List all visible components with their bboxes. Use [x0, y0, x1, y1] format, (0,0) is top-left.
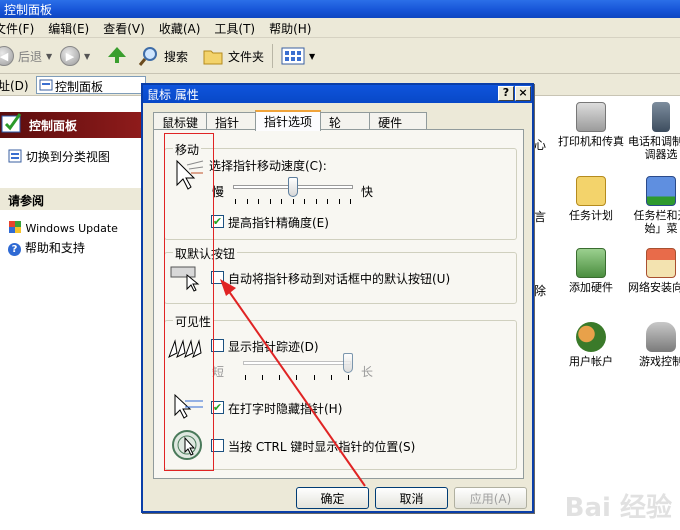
- partial-item-label: 除: [534, 284, 547, 298]
- tab-hardware[interactable]: 硬件: [369, 112, 428, 130]
- item-network-setup-wizard[interactable]: 网络安装向导: [626, 248, 680, 294]
- dialog-title-bar: 鼠标 属性 ? ×: [143, 85, 532, 103]
- show-location-label: 当按 CTRL 键时显示指针的位置(S): [228, 440, 416, 454]
- item-taskbar-start-menu[interactable]: 任务栏和开始」菜: [626, 176, 680, 235]
- search-button[interactable]: 搜索: [138, 44, 188, 68]
- phone-icon: [652, 102, 670, 132]
- item-game-controllers[interactable]: 游戏控制: [626, 322, 680, 368]
- views-button[interactable]: ▼: [272, 44, 315, 68]
- help-support-link[interactable]: ? 帮助和支持: [8, 239, 85, 256]
- tab-strip: 鼠标键 指针 指针选项 轮 硬件: [153, 110, 428, 131]
- menu-view[interactable]: 查看(V): [103, 20, 145, 37]
- item-printers-faxes[interactable]: 打印机和传真: [556, 102, 626, 148]
- snap-to-group: 取默认按钮 自动将指针移动到对话框中的默认按钮(U): [164, 245, 517, 304]
- speed-slider-ticks: [235, 199, 351, 205]
- menu-bar: 文件(F) 编辑(E) 查看(V) 收藏(A) 工具(T) 帮助(H): [0, 18, 680, 38]
- windows-update-icon: [9, 221, 21, 233]
- game-controller-icon: [646, 322, 676, 352]
- hide-while-typing-label: 在打字时隐藏指针(H): [228, 402, 343, 416]
- back-arrow-icon: ◀: [0, 46, 14, 66]
- fast-label: 快: [361, 185, 374, 199]
- window-title-bar: 控制面板: [0, 0, 680, 18]
- forward-button[interactable]: ▶ ▼: [60, 44, 90, 68]
- scheduled-tasks-icon: [576, 176, 606, 206]
- item-scheduled-tasks[interactable]: 任务计划: [556, 176, 626, 222]
- switch-category-view-link[interactable]: 切换到分类视图: [8, 148, 110, 165]
- ok-button[interactable]: 确定: [296, 487, 369, 509]
- speed-label: 选择指针移动速度(C):: [209, 159, 327, 173]
- folder-icon: [203, 50, 223, 65]
- menu-edit[interactable]: 编辑(E): [48, 20, 89, 37]
- back-button[interactable]: ◀ 后退 ▼: [0, 44, 52, 68]
- up-folder-button[interactable]: [106, 44, 128, 68]
- item-add-hardware[interactable]: 添加硬件: [556, 248, 626, 294]
- trails-slider-thumb[interactable]: [343, 353, 353, 373]
- control-panel-small-icon: [39, 79, 53, 91]
- trails-slider-ticks: [245, 375, 349, 381]
- trails-slider[interactable]: [241, 353, 353, 383]
- dialog-title: 鼠标 属性: [147, 88, 199, 102]
- item-user-accounts[interactable]: 用户帐户: [556, 322, 626, 368]
- up-folder-icon: [108, 47, 126, 63]
- help-icon: ?: [8, 243, 21, 256]
- search-icon: [138, 47, 157, 66]
- menu-favorites[interactable]: 收藏(A): [159, 20, 201, 37]
- menu-file[interactable]: 文件(F): [0, 20, 34, 37]
- snap-to-label: 自动将指针移动到对话框中的默认按钮(U): [228, 272, 451, 286]
- help-button[interactable]: ?: [498, 86, 514, 101]
- category-view-icon: [8, 149, 22, 163]
- partial-item-label: 心: [534, 138, 547, 152]
- toolbar: ◀ 后退 ▼ ▶ ▼ 搜索 文件夹 ▼: [0, 38, 680, 74]
- windows-update-link[interactable]: Windows Update: [8, 220, 118, 235]
- apply-button[interactable]: 应用(A): [454, 487, 527, 509]
- folders-button[interactable]: 文件夹: [202, 44, 264, 68]
- user-accounts-icon: [576, 322, 606, 352]
- menu-help[interactable]: 帮助(H): [269, 20, 311, 37]
- control-panel-icon: [1, 113, 22, 133]
- add-hardware-icon: [576, 248, 606, 278]
- control-panel-header[interactable]: 控制面板: [0, 112, 141, 138]
- address-label: 地址(D): [0, 79, 29, 93]
- visibility-group: 可见性 显示指针踪迹(D) 短 长 ✔ 在打字时隐藏指针(H) 当按 CTRL …: [164, 313, 517, 470]
- printer-icon: [576, 102, 606, 132]
- left-task-pane: 控制面板 切换到分类视图 请参阅 Windows Update ? 帮助和支持: [0, 96, 141, 530]
- views-grid-icon: [281, 47, 305, 65]
- menu-tools[interactable]: 工具(T): [214, 20, 255, 37]
- highlight-box: [164, 133, 214, 471]
- long-label: 长: [361, 365, 374, 379]
- network-house-icon: [646, 248, 676, 278]
- address-input[interactable]: 控制面板: [36, 76, 146, 94]
- trails-slider-track: [243, 361, 351, 365]
- tab-pointers[interactable]: 指针: [206, 112, 257, 130]
- see-also-header: 请参阅: [0, 188, 141, 210]
- control-panel-items: 心 言 除 打印机和传真 电话和调制解调器选 任务计划 任务栏和开始」菜 添加硬…: [534, 96, 680, 530]
- tab-buttons[interactable]: 鼠标键: [153, 112, 208, 130]
- motion-group: 移动 选择指针移动速度(C): 慢 快 ✔ 提高指针精确度(E): [164, 141, 517, 240]
- speed-slider-thumb[interactable]: [288, 177, 298, 197]
- window-title: 控制面板: [4, 3, 53, 17]
- item-phone-modem[interactable]: 电话和调制解调器选: [626, 102, 680, 161]
- taskbar-icon: [646, 176, 676, 206]
- tab-wheel[interactable]: 轮: [320, 112, 371, 130]
- watermark-logo: Bai 经验: [564, 493, 672, 523]
- cancel-button[interactable]: 取消: [375, 487, 448, 509]
- speed-slider[interactable]: [231, 177, 355, 207]
- precision-label: 提高指针精确度(E): [228, 216, 329, 230]
- forward-arrow-icon: ▶: [60, 46, 80, 66]
- tab-pointer-options[interactable]: 指针选项: [255, 110, 322, 131]
- partial-item-label: 言: [534, 210, 547, 224]
- close-button[interactable]: ×: [515, 86, 531, 101]
